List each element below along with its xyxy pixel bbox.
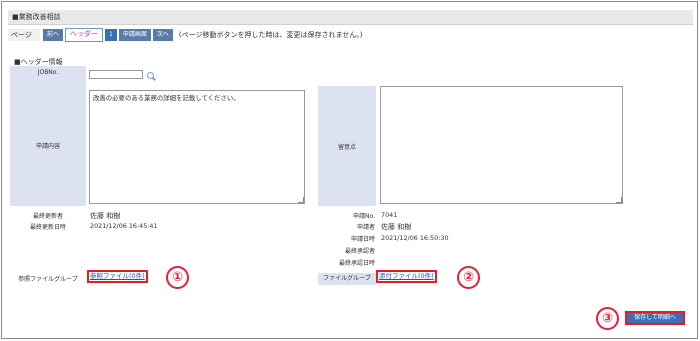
ref-filegroup-label: 参照ファイルグループ xyxy=(8,274,88,283)
appdate-label: 申請日時 xyxy=(350,236,375,243)
applicant-label: 申請者 xyxy=(356,224,375,231)
prev-button[interactable]: 前へ xyxy=(43,29,64,41)
search-icon[interactable] xyxy=(147,72,154,79)
notes-label: 留意点 xyxy=(337,144,356,151)
jobno-input[interactable] xyxy=(89,70,143,79)
pager-note: (ページ移動ボタンを押した時は、変更は保存されません。) xyxy=(178,31,363,39)
pager-bar: ページ 前へ ヘッダー 1 申請画面 次へ (ページ移動ボタンを押した時は、変更… xyxy=(8,28,363,42)
next-button[interactable]: 次へ xyxy=(152,29,173,41)
updated-label: 最終更新日時 xyxy=(10,222,86,231)
page-number-button[interactable]: 1 xyxy=(105,29,117,41)
save-and-detail-button[interactable]: 保存して明細へ xyxy=(625,311,685,325)
application-screen-button[interactable]: 申請画面 xyxy=(118,29,151,41)
ref-files-link[interactable]: 参照ファイル(0件) xyxy=(87,270,148,283)
applicant-value: 佐藤 和樹 xyxy=(381,223,412,231)
updater-value: 佐藤 和樹 xyxy=(90,212,121,220)
filegroup-label: ファイルグループ xyxy=(318,273,376,285)
updated-value: 2021/12/06 16:45:41 xyxy=(90,222,158,230)
resize-handle-icon[interactable] xyxy=(298,197,304,203)
notes-textarea[interactable] xyxy=(380,86,623,204)
approver-label: 最終承認者 xyxy=(344,248,375,255)
title-bar: ■業務改善相談 xyxy=(8,10,693,25)
content-label: 申請内容 xyxy=(35,143,60,150)
resize-handle-icon[interactable] xyxy=(616,197,622,203)
marker-1: ① xyxy=(166,266,189,289)
updater-label: 最終更新者 xyxy=(10,211,86,220)
marker-2: ② xyxy=(457,266,480,289)
appno-label: 申請No. xyxy=(353,213,375,220)
appdate-value: 2021/12/06 16:50:30 xyxy=(381,234,449,242)
content-textarea[interactable]: 改善の必要のある業務の詳細を記載してください。 xyxy=(89,90,305,204)
page-title: ■業務改善相談 xyxy=(12,13,61,21)
jobno-label: JOBNo. xyxy=(37,69,59,76)
marker-3: ③ xyxy=(596,307,619,330)
attached-files-link[interactable]: 添付ファイル(0件) xyxy=(376,270,437,283)
pager-label: ページ xyxy=(8,29,40,41)
appno-value: 7041 xyxy=(381,211,398,219)
approvedate-label: 最終承認日時 xyxy=(338,260,375,267)
tab-header[interactable]: ヘッダー xyxy=(65,28,104,42)
